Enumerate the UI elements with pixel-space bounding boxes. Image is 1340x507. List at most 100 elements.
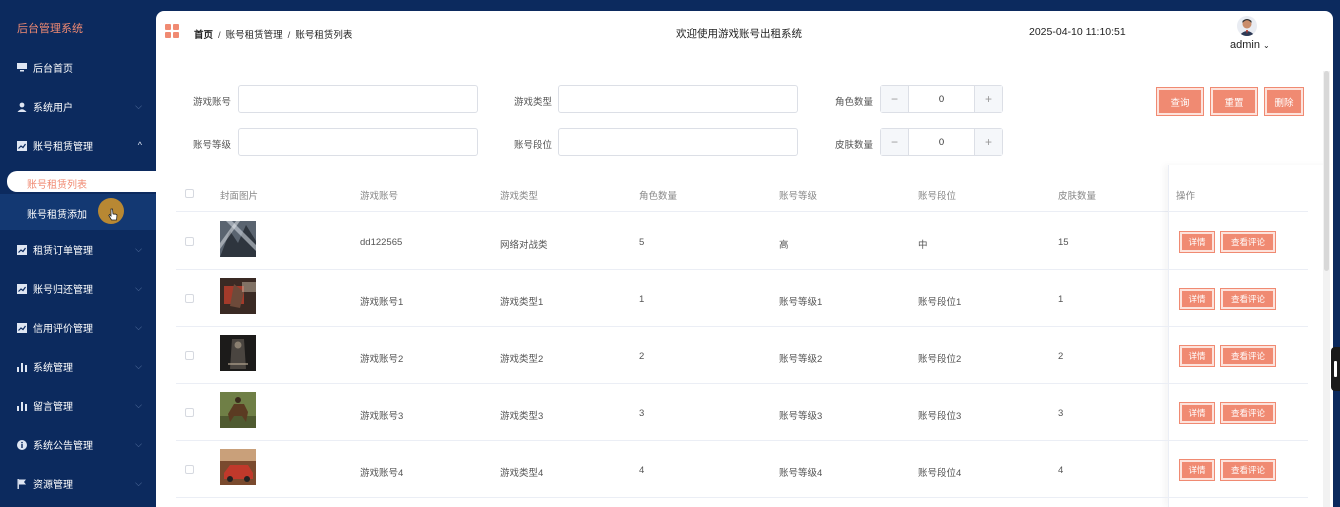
- detail-button[interactable]: 详情: [1179, 345, 1215, 367]
- breadcrumb-rental[interactable]: 账号租赁管理: [226, 30, 283, 41]
- role-count-stepper[interactable]: − 0 +: [880, 85, 1003, 113]
- sidebar-item-label: 信用评价管理: [33, 324, 93, 335]
- game-account-input[interactable]: [238, 85, 478, 113]
- main-panel: 首页 / 账号租赁管理 / 账号租赁列表 欢迎使用游戏账号出租系统 2025-04-10…: [156, 11, 1333, 507]
- cover-thumbnail[interactable]: [220, 449, 256, 485]
- submenu-active-wrap: 账号租赁列表: [0, 165, 167, 194]
- chevron-down-icon: ⌄: [1263, 41, 1270, 50]
- header-account: 游戏账号: [360, 191, 399, 202]
- view-reviews-button[interactable]: 查看评论: [1220, 402, 1276, 424]
- user-icon: [17, 102, 27, 112]
- user-menu[interactable]: admin ⌄: [1230, 39, 1270, 51]
- chart-box-icon: [17, 140, 27, 151]
- label-role-count: 角色数量: [834, 97, 873, 108]
- sidebar-item-label: 留言管理: [33, 402, 73, 413]
- chevron-down-icon: ⌵: [135, 101, 142, 111]
- sidebar-item-announcements[interactable]: 系统公告管理 ⌵: [0, 425, 156, 464]
- sidebar-item-returns[interactable]: 账号归还管理 ⌵: [0, 269, 156, 308]
- cell-skins: 3: [1058, 408, 1064, 419]
- skin-count-minus-button[interactable]: −: [881, 129, 909, 155]
- sidebar-item-label: 账号归还管理: [33, 285, 93, 296]
- cell-roles: 3: [639, 408, 645, 419]
- row-checkbox[interactable]: [185, 408, 194, 417]
- row-checkbox[interactable]: [185, 294, 194, 303]
- submenu-item-rental-list[interactable]: 账号租赁列表: [7, 171, 167, 192]
- cover-thumbnail[interactable]: [220, 278, 256, 314]
- skin-count-value[interactable]: 0: [909, 129, 974, 155]
- top-bar: 首页 / 账号租赁管理 / 账号租赁列表 欢迎使用游戏账号出租系统 2025-04-10…: [156, 11, 1333, 55]
- submenu-item-rental-add[interactable]: 账号租赁添加: [0, 194, 156, 230]
- detail-button[interactable]: 详情: [1179, 231, 1215, 253]
- view-reviews-button[interactable]: 查看评论: [1220, 288, 1276, 310]
- account-rank-input[interactable]: [558, 128, 798, 156]
- menu-grid-icon[interactable]: [165, 24, 179, 38]
- header-roles: 角色数量: [639, 191, 678, 202]
- label-account-rank: 账号段位: [513, 140, 552, 151]
- row-checkbox[interactable]: [185, 351, 194, 360]
- detail-button[interactable]: 详情: [1179, 288, 1215, 310]
- cover-thumbnail[interactable]: [220, 335, 256, 371]
- cover-thumbnail[interactable]: [220, 221, 256, 257]
- sidebar-item-resources[interactable]: 资源管理 ⌵: [0, 464, 156, 503]
- monitor-icon: [17, 63, 27, 73]
- breadcrumb: 首页 / 账号租赁管理 / 账号租赁列表: [194, 30, 353, 41]
- game-type-input[interactable]: [558, 85, 798, 113]
- page-scroll-handle[interactable]: [1331, 347, 1340, 391]
- chevron-down-icon: ⌵: [135, 361, 142, 371]
- sidebar-item-system[interactable]: 系统管理 ⌵: [0, 347, 156, 386]
- header-cover: 封面图片: [220, 191, 259, 202]
- row-checkbox[interactable]: [185, 465, 194, 474]
- view-reviews-button[interactable]: 查看评论: [1220, 345, 1276, 367]
- role-count-value[interactable]: 0: [909, 86, 974, 112]
- breadcrumb-list: 账号租赁列表: [295, 30, 353, 41]
- cell-account: 游戏账号3: [360, 411, 404, 422]
- view-reviews-button[interactable]: 查看评论: [1220, 459, 1276, 481]
- sidebar-item-system-users[interactable]: 系统用户 ⌵: [0, 87, 156, 126]
- view-reviews-button[interactable]: 查看评论: [1220, 231, 1276, 253]
- cell-account: 游戏账号1: [360, 297, 404, 308]
- role-count-plus-button[interactable]: +: [974, 86, 1002, 112]
- cell-rank: 中: [918, 240, 928, 251]
- header-level: 账号等级: [779, 191, 818, 202]
- cell-type: 游戏类型3: [500, 411, 544, 422]
- detail-button[interactable]: 详情: [1179, 402, 1215, 424]
- cell-type: 游戏类型2: [500, 354, 544, 365]
- reset-button[interactable]: 重置: [1210, 87, 1258, 116]
- cover-thumbnail[interactable]: [220, 392, 256, 428]
- breadcrumb-home[interactable]: 首页: [194, 30, 213, 41]
- cell-level: 账号等级2: [779, 354, 823, 365]
- table-row: dd122565 网络对战类 5 高 中 15 详情 查看评论: [176, 213, 1308, 270]
- chart-box-icon: [17, 283, 27, 294]
- sidebar-item-credit[interactable]: 信用评价管理 ⌵: [0, 308, 156, 347]
- submenu-item-label: 账号租赁添加: [27, 210, 87, 221]
- welcome-text: 欢迎使用游戏账号出租系统: [676, 28, 802, 40]
- query-button[interactable]: 查询: [1156, 87, 1204, 116]
- cell-level: 高: [779, 240, 789, 251]
- sidebar-item-home[interactable]: 后台首页: [0, 48, 156, 87]
- sidebar-item-label: 账号租赁管理: [33, 142, 93, 153]
- role-count-minus-button[interactable]: −: [881, 86, 909, 112]
- cell-skins: 2: [1058, 351, 1064, 362]
- avatar[interactable]: [1237, 16, 1257, 36]
- account-level-input[interactable]: [238, 128, 478, 156]
- scrollbar-thumb[interactable]: [1324, 71, 1329, 271]
- cell-rank: 账号段位3: [918, 411, 962, 422]
- cell-roles: 5: [639, 237, 645, 248]
- skin-count-plus-button[interactable]: +: [974, 129, 1002, 155]
- cell-rank: 账号段位4: [918, 468, 962, 479]
- delete-button[interactable]: 删除: [1264, 87, 1304, 116]
- table-row: 游戏账号4 游戏类型4 4 账号等级4 账号段位4 4 详情 查看评论: [176, 441, 1308, 498]
- header-rank: 账号段位: [918, 191, 957, 202]
- sidebar-item-account-rental[interactable]: 账号租赁管理 ^: [0, 126, 156, 165]
- sidebar-item-messages[interactable]: 留言管理 ⌵: [0, 386, 156, 425]
- select-all-checkbox[interactable]: [185, 189, 194, 198]
- cell-account: 游戏账号4: [360, 468, 404, 479]
- sidebar-item-label: 租赁订单管理: [33, 246, 93, 257]
- chevron-down-icon: ⌵: [135, 322, 142, 332]
- skin-count-stepper[interactable]: − 0 +: [880, 128, 1003, 156]
- row-checkbox[interactable]: [185, 237, 194, 246]
- detail-button[interactable]: 详情: [1179, 459, 1215, 481]
- cell-type: 游戏类型4: [500, 468, 544, 479]
- chevron-down-icon: ⌵: [135, 283, 142, 293]
- sidebar-item-orders[interactable]: 租赁订单管理 ⌵: [0, 230, 156, 269]
